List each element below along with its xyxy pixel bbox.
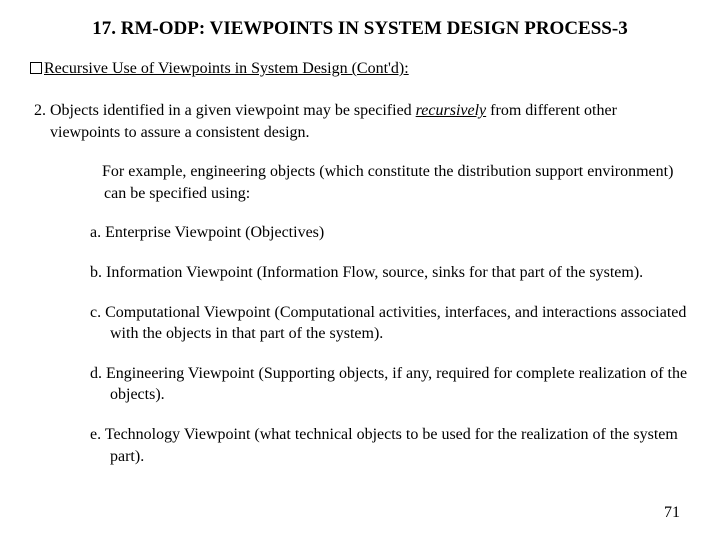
list-item-d: d. Engineering Viewpoint (Supporting obj… <box>90 363 690 406</box>
page-number: 71 <box>664 504 680 522</box>
example-block: For example, engineering objects (which … <box>90 161 690 467</box>
slide-page: 17. RM-ODP: VIEWPOINTS IN SYSTEM DESIGN … <box>0 0 720 467</box>
subheading-text: Recursive Use of Viewpoints in System De… <box>44 60 409 77</box>
example-intro: For example, engineering objects (which … <box>90 161 690 204</box>
page-title: 17. RM-ODP: VIEWPOINTS IN SYSTEM DESIGN … <box>30 18 690 40</box>
para2-part-a: 2. Objects identified in a given viewpoi… <box>34 102 416 119</box>
list-item-c: c. Computational Viewpoint (Computationa… <box>90 302 690 345</box>
bullet-icon <box>30 62 42 74</box>
list-item-a: a. Enterprise Viewpoint (Objectives) <box>90 222 690 244</box>
paragraph-2: 2. Objects identified in a given viewpoi… <box>34 100 690 143</box>
section-subheading: Recursive Use of Viewpoints in System De… <box>30 60 690 78</box>
list-item-b: b. Information Viewpoint (Information Fl… <box>90 262 690 284</box>
para2-recursively: recursively <box>416 102 486 119</box>
list-item-e: e. Technology Viewpoint (what technical … <box>90 424 690 467</box>
